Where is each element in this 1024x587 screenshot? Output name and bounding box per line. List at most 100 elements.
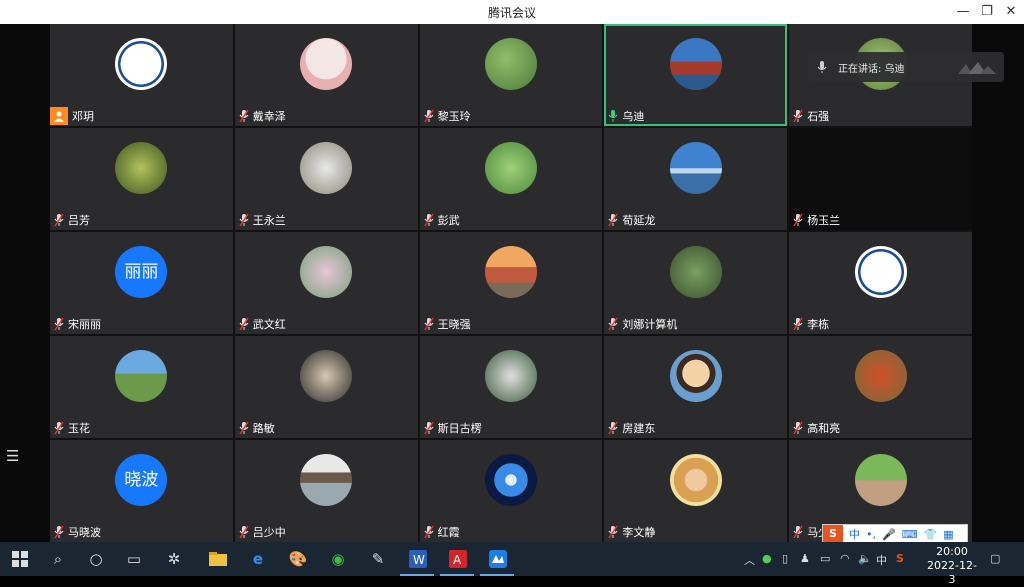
sogou-tray-icon[interactable]: S <box>896 552 904 565</box>
participant-tile[interactable]: 房建东 <box>604 336 788 438</box>
mic-muted-icon <box>237 108 251 124</box>
participant-tile[interactable]: 杨玉兰 <box>789 128 972 230</box>
participant-name: 李栋 <box>807 318 830 331</box>
avatar <box>669 454 722 506</box>
taskbar: ⌕ ○ ▭ ✲ e 🎨 ◉ ✎ W A ︿ ● ▯ ♟ ▭ ◠ 🔈 中 S 20… <box>0 542 1024 586</box>
video-grid: 邓玥戴幸泽 黎玉玲 乌迪 石强吕芳 王永兰彭武 荀延龙 杨玉兰丽丽 宋丽丽 武文红 王晓强 刘娜计算… <box>50 24 972 542</box>
participant-tile[interactable]: 武文红 <box>234 232 418 334</box>
participant-tile[interactable]: 戴幸泽 <box>234 24 418 126</box>
word-icon[interactable]: W <box>408 549 428 569</box>
ime-lang-label[interactable]: 中 <box>849 526 860 542</box>
participant-tile[interactable]: 王晓强 <box>419 232 603 334</box>
name-bar: 彭武 <box>420 210 466 230</box>
paint-icon[interactable]: 🎨 <box>288 549 308 569</box>
avatar <box>669 350 722 402</box>
right-sidebar <box>972 24 1024 542</box>
participant-tile[interactable]: 邓玥 <box>50 24 233 126</box>
mic-muted-icon <box>52 420 66 436</box>
pinwheel-app-icon[interactable]: ✲ <box>164 549 184 569</box>
ime-toolbar[interactable]: S 中 •, 🎤 ⌨ 👕 ▦ <box>822 524 968 544</box>
participant-tile[interactable]: 乌迪 <box>604 24 788 126</box>
search-icon[interactable]: ⌕ <box>48 549 68 569</box>
avatar <box>484 142 537 194</box>
voice-input-icon[interactable]: 🎤 <box>882 528 896 541</box>
notepad-icon[interactable]: ✎ <box>368 549 388 569</box>
participant-name: 戴幸泽 <box>252 110 286 123</box>
left-sidebar: ☰ <box>0 24 50 542</box>
name-bar: 武文红 <box>235 314 292 334</box>
avatar <box>115 350 168 402</box>
participant-name: 路敏 <box>252 422 275 435</box>
name-bar: 荀延龙 <box>604 210 661 230</box>
skin-icon[interactable]: 👕 <box>924 528 938 541</box>
audio-wave-icon <box>958 62 996 74</box>
ime-lang-tray[interactable]: 中 <box>876 552 887 568</box>
participant-tile[interactable]: 路敏 <box>234 336 418 438</box>
host-user-icon <box>50 107 68 125</box>
participant-tile[interactable]: 王永兰 <box>234 128 418 230</box>
participant-tile[interactable]: 彭武 <box>419 128 603 230</box>
mic-muted-icon <box>237 524 251 540</box>
participant-tile[interactable]: 吕芳 <box>50 128 233 230</box>
keyboard-icon[interactable]: ⌨ <box>902 528 918 541</box>
toolbox-icon[interactable]: ▦ <box>943 528 953 541</box>
participant-tile[interactable]: 晓波 马晓波 <box>50 440 233 542</box>
volume-icon[interactable]: 🔈 <box>858 552 872 565</box>
speaking-label: 正在讲话: 乌迪 <box>838 63 905 75</box>
avatar <box>115 38 168 90</box>
participant-tile[interactable]: 玉花 <box>50 336 233 438</box>
participant-name: 彭武 <box>437 214 460 227</box>
mic-muted-icon <box>237 316 251 332</box>
notification-icon[interactable]: ▢ <box>990 552 1000 565</box>
cortana-icon[interactable]: ○ <box>86 549 106 569</box>
pdf-reader-icon[interactable]: A <box>448 549 468 569</box>
participant-name: 玉花 <box>68 422 90 435</box>
participant-tile[interactable]: 刘娜计算机 <box>604 232 788 334</box>
participant-name: 黎玉玲 <box>437 110 471 123</box>
show-hidden-icons-icon[interactable]: ︿ <box>744 552 755 568</box>
name-bar: 戴幸泽 <box>235 106 292 126</box>
mic-muted-icon <box>606 524 620 540</box>
start-menu-icon[interactable] <box>10 549 30 569</box>
avatar <box>484 454 537 506</box>
mic-muted-icon <box>606 212 620 228</box>
usb-tray-icon[interactable]: ▯ <box>782 552 788 565</box>
avatar <box>115 142 168 194</box>
internet-explorer-icon[interactable]: e <box>248 549 268 569</box>
close-button[interactable]: ✕ <box>996 2 1024 22</box>
browser-icon[interactable]: ◉ <box>328 549 348 569</box>
mic-muted-icon <box>791 524 805 540</box>
wechat-tray-icon[interactable]: ● <box>762 552 772 565</box>
participants-list-icon[interactable]: ☰ <box>6 448 22 464</box>
participant-name: 红霞 <box>437 526 460 539</box>
app-tray-icon[interactable]: ♟ <box>800 552 810 565</box>
participant-tile[interactable]: 丽丽 宋丽丽 <box>50 232 233 334</box>
mic-muted-icon <box>791 212 805 228</box>
avatar <box>854 246 907 298</box>
participant-tile[interactable]: 红霞 <box>419 440 603 542</box>
system-clock[interactable]: 20:00 2022-12-3 <box>924 545 980 587</box>
name-bar: 吕少中 <box>235 522 292 542</box>
participant-tile[interactable]: 斯日古楞 <box>419 336 603 438</box>
tencent-meeting-icon[interactable] <box>488 549 508 569</box>
file-explorer-icon[interactable] <box>208 549 228 569</box>
participant-name: 宋丽丽 <box>68 318 101 331</box>
participant-name: 吕芳 <box>68 214 90 227</box>
battery-tray-icon[interactable]: ▭ <box>820 552 830 565</box>
participant-tile[interactable]: 高和亮 <box>789 336 972 438</box>
participant-tile[interactable]: 李文静 <box>604 440 788 542</box>
punctuation-icon[interactable]: •, <box>866 528 876 541</box>
participant-name: 吕少中 <box>252 526 286 539</box>
participant-tile[interactable]: 荀延龙 <box>604 128 788 230</box>
mic-muted-icon <box>52 316 66 332</box>
wifi-icon[interactable]: ◠ <box>840 552 850 565</box>
participant-tile[interactable]: 吕少中 <box>234 440 418 542</box>
task-view-icon[interactable]: ▭ <box>124 549 144 569</box>
mic-muted-icon <box>791 420 805 436</box>
avatar: 晓波 <box>115 454 168 506</box>
participant-name: 石强 <box>807 110 830 123</box>
participant-tile[interactable]: 黎玉玲 <box>419 24 603 126</box>
participant-name: 乌迪 <box>622 110 645 123</box>
participant-tile[interactable]: 李栋 <box>789 232 972 334</box>
participant-name: 房建东 <box>622 422 656 435</box>
